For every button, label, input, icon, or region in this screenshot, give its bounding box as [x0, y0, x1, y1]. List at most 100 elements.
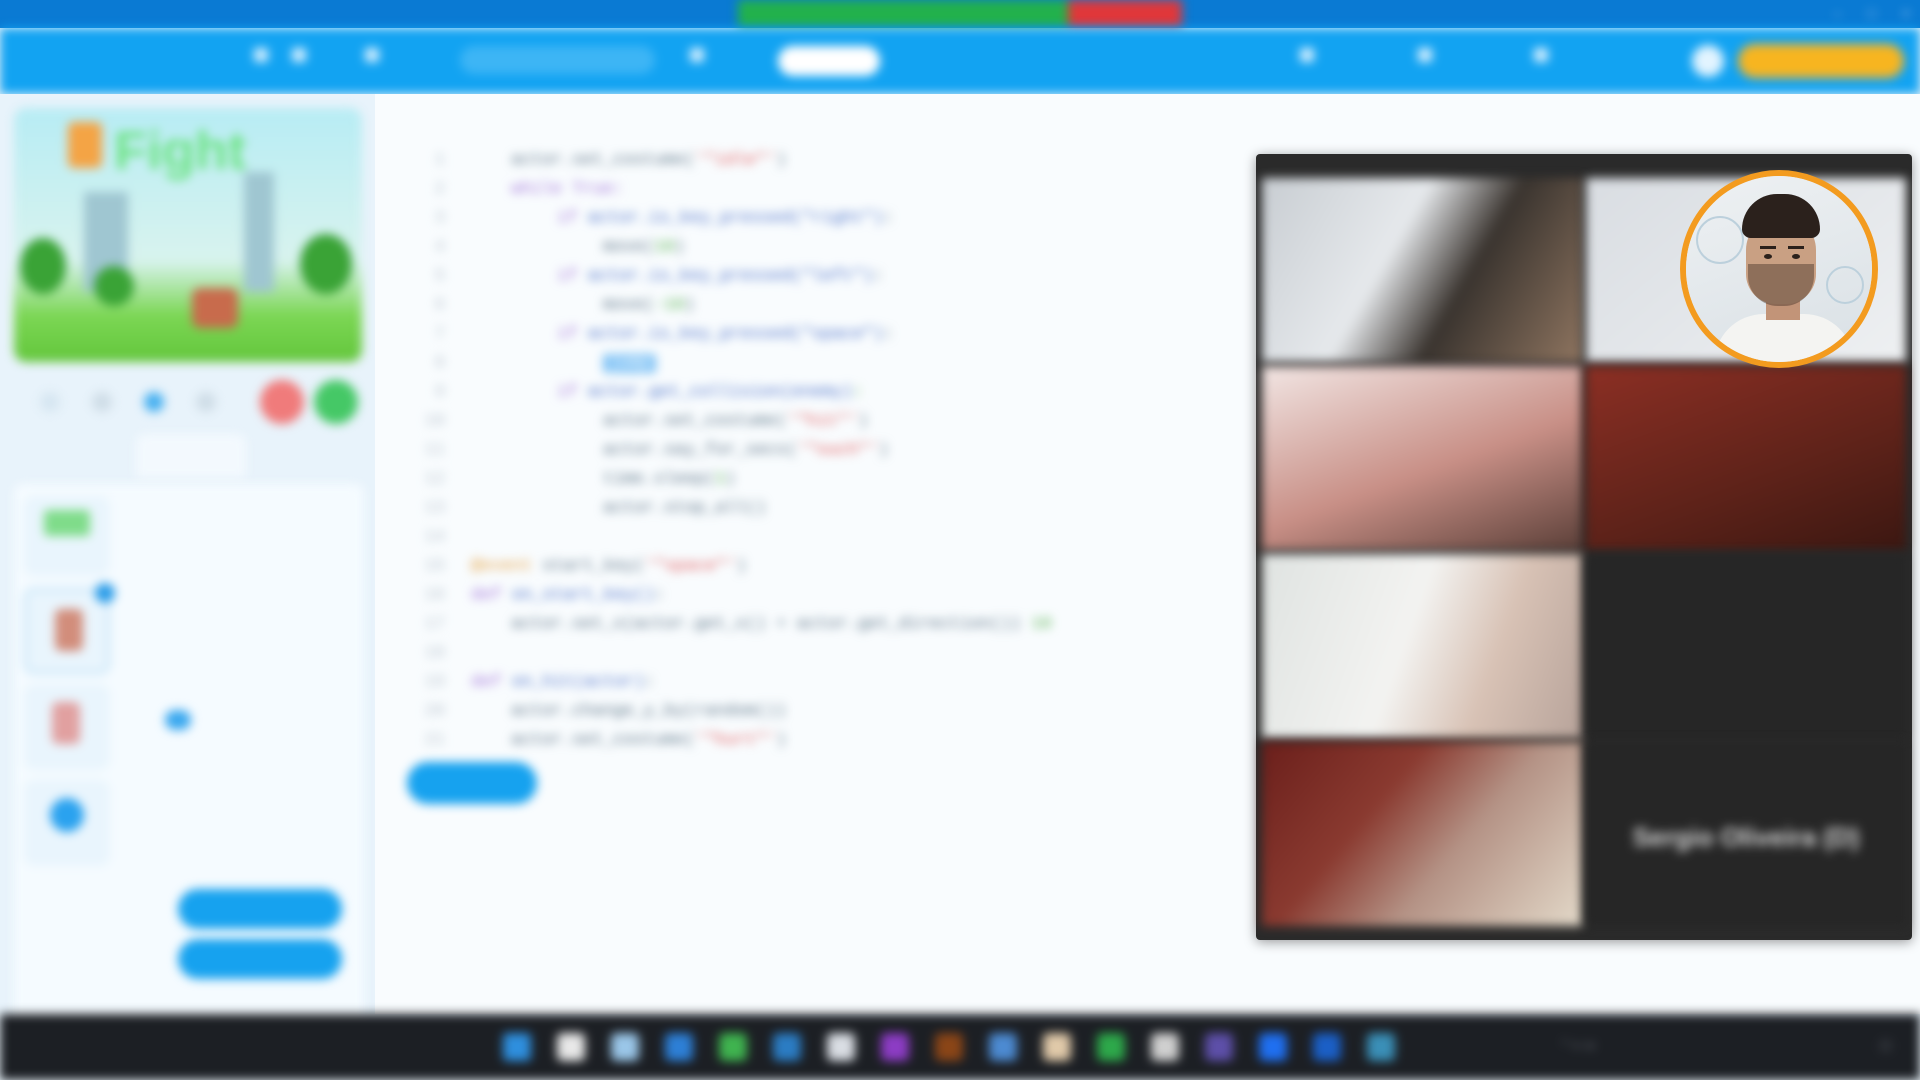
stage-logo-icon [68, 122, 102, 168]
app-icon[interactable] [665, 1033, 693, 1061]
app-icon[interactable] [827, 1033, 855, 1061]
line-number: 5 [434, 267, 445, 286]
menu-help[interactable] [365, 48, 385, 62]
toolbar-action-1[interactable] [1300, 48, 1320, 62]
building-shape [244, 172, 274, 292]
meeting-share-status [738, 0, 1068, 28]
line-number: 16 [424, 586, 445, 605]
layout-icon[interactable] [196, 392, 216, 412]
play-icon[interactable] [314, 380, 358, 424]
eye-shape [1764, 254, 1772, 259]
line-number: 13 [424, 499, 445, 518]
tab-2[interactable] [136, 434, 246, 478]
sprite-item[interactable] [24, 684, 110, 770]
video-tile[interactable] [1262, 178, 1582, 362]
menu-edit[interactable] [292, 48, 312, 62]
app-icon[interactable] [935, 1033, 963, 1061]
line-number: 18 [424, 644, 445, 663]
sprite-item[interactable] [24, 583, 115, 674]
line-number: 4 [434, 238, 445, 257]
help-icon [365, 48, 379, 62]
app-icon[interactable] [1259, 1033, 1287, 1061]
tree-shape [300, 234, 352, 294]
video-tile[interactable] [1262, 554, 1582, 738]
delete-sprite-icon[interactable] [95, 583, 115, 603]
sprite-item[interactable] [24, 496, 110, 576]
start-icon[interactable] [503, 1033, 531, 1061]
app-icon[interactable] [1367, 1033, 1395, 1061]
tab-1[interactable] [14, 434, 134, 478]
show-toggle[interactable] [165, 710, 191, 730]
sprite-item[interactable] [24, 780, 110, 866]
active-mode-pill[interactable] [778, 46, 880, 76]
window-titlebar: – □ × [0, 0, 1920, 28]
line-number: 1 [434, 151, 445, 170]
app-icon[interactable] [989, 1033, 1017, 1061]
video-tile[interactable]: Sergio Oliveira (D) [1586, 742, 1906, 926]
search-icon[interactable] [557, 1033, 585, 1061]
view-toggle[interactable] [690, 48, 710, 62]
stop-icon[interactable] [260, 380, 304, 424]
line-number: 7 [434, 325, 445, 344]
user-avatar[interactable] [1692, 45, 1724, 77]
wall-decoration [1826, 266, 1864, 304]
stop-share-button[interactable] [1068, 0, 1182, 28]
info-icon[interactable] [144, 392, 164, 412]
video-tile[interactable] [1262, 366, 1582, 550]
line-number: 14 [424, 528, 445, 547]
browser-icon[interactable] [719, 1033, 747, 1061]
minimize-icon[interactable]: – [1834, 5, 1842, 21]
line-number: 20 [424, 702, 445, 721]
edit-icon [292, 48, 306, 62]
line-number: 8 [434, 354, 445, 373]
line-number: 10 [424, 412, 445, 431]
video-tile[interactable] [1262, 742, 1582, 926]
save-icon [1418, 48, 1432, 62]
tab-3[interactable] [248, 434, 364, 478]
line-number: 12 [424, 470, 445, 489]
video-tile[interactable] [1586, 366, 1906, 550]
app-icon[interactable] [1151, 1033, 1179, 1061]
stage-preview[interactable]: Fight [14, 108, 362, 362]
maximize-icon[interactable]: □ [1867, 5, 1875, 21]
project-title-input[interactable] [460, 46, 655, 74]
notification-icon[interactable]: ▢ [1880, 1038, 1891, 1052]
line-number: 19 [424, 673, 445, 692]
tray-icons[interactable]: ⌃ ◐ ▭ [1560, 1038, 1595, 1052]
app-icon[interactable] [773, 1033, 801, 1061]
toolbar-action-2[interactable] [1418, 48, 1438, 62]
tree-shape [94, 266, 134, 306]
app-icon[interactable] [1205, 1033, 1233, 1061]
teacher-webcam [1680, 170, 1878, 368]
app-icon[interactable] [881, 1033, 909, 1061]
close-icon[interactable]: × [1902, 5, 1910, 21]
toolbar-action-3[interactable] [1534, 48, 1554, 62]
line-number: 17 [424, 615, 445, 634]
add-sprite-button[interactable] [178, 889, 342, 929]
app-icon[interactable] [1097, 1033, 1125, 1061]
sprite-thumbnail [50, 798, 84, 832]
user-icon [1534, 48, 1548, 62]
fullscreen-icon[interactable] [40, 392, 60, 412]
panel-tabs [14, 434, 364, 478]
upload-button[interactable] [178, 939, 342, 979]
run-button[interactable] [407, 762, 537, 804]
gear-menu[interactable] [254, 48, 268, 62]
line-number: 15 [424, 557, 445, 576]
line-number: 2 [434, 180, 445, 199]
code-lines: 1 actor.set_costume('"idle"') 2 while True… [405, 146, 1052, 755]
line-number: 9 [434, 383, 445, 402]
upgrade-button[interactable] [1738, 44, 1904, 78]
app-icon[interactable] [1313, 1033, 1341, 1061]
video-tile[interactable] [1586, 554, 1906, 738]
os-taskbar: ⌃ ◐ ▭ ▢ [0, 1014, 1920, 1080]
task-view-icon[interactable] [611, 1033, 639, 1061]
stage-controls [20, 378, 360, 428]
sprite-thumbnail [55, 609, 83, 651]
eyebrow-shape [1760, 246, 1776, 249]
app-icon[interactable] [1043, 1033, 1071, 1061]
line-number: 11 [424, 441, 445, 460]
left-panel: Fight [0, 94, 375, 1044]
tree-shape [20, 238, 66, 294]
grid-icon[interactable] [92, 392, 112, 412]
